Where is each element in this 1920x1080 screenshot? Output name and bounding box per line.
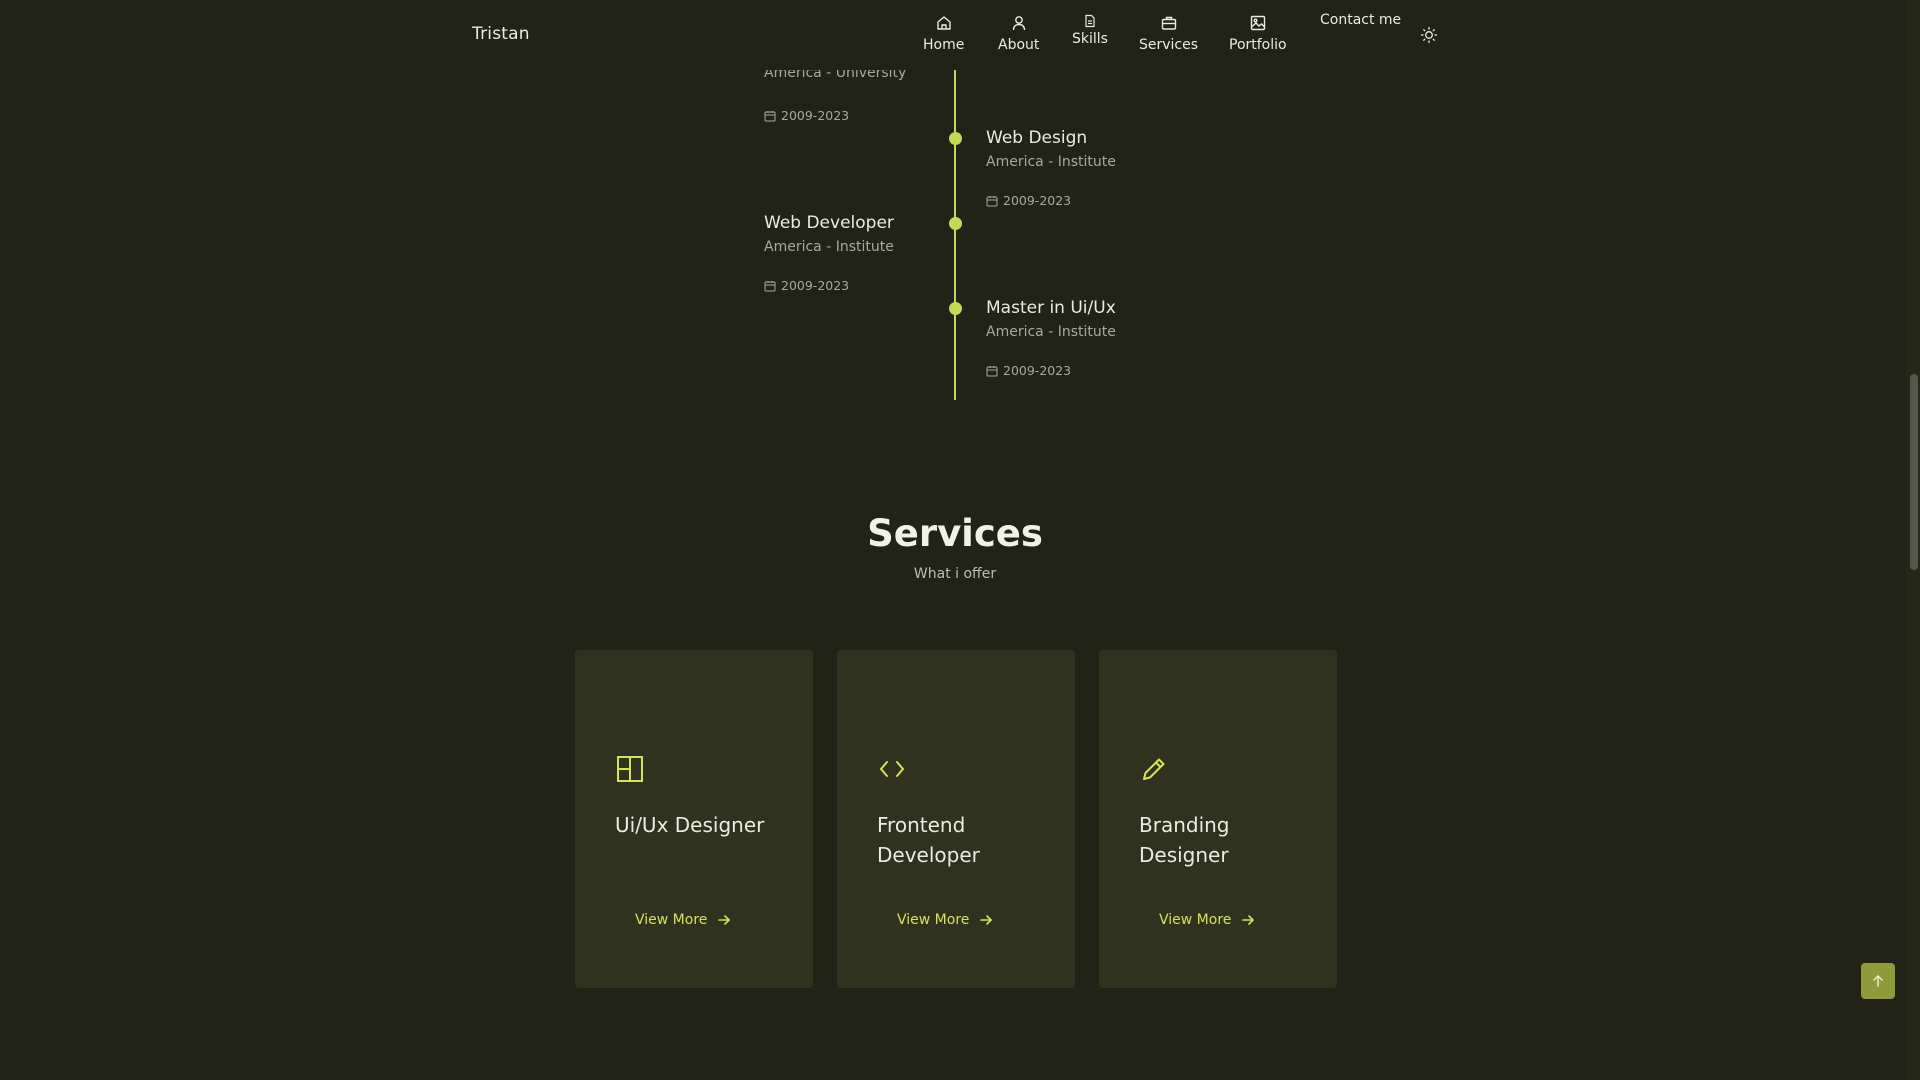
service-card: Branding Designer View More <box>1099 650 1337 988</box>
nav-item-home[interactable]: Home <box>923 14 964 53</box>
file-icon <box>1083 14 1097 28</box>
briefcase-icon <box>1160 14 1178 32</box>
timeline-entry-date: 2009-2023 <box>764 278 849 293</box>
calendar-icon <box>986 365 998 377</box>
service-card: Ui/Ux Designer View More <box>575 650 813 988</box>
timeline-entry: Master in Ui/Ux America - Institute <box>986 298 1116 340</box>
arrow-up-icon <box>1870 973 1886 989</box>
timeline-entry-date: 2009-2023 <box>986 363 1071 378</box>
timeline-dot <box>949 132 962 145</box>
nav-item-skills[interactable]: Skills <box>1072 14 1108 47</box>
timeline-entry-subtitle: America - Institute <box>986 324 1116 340</box>
scroll-to-top-button[interactable] <box>1861 963 1895 999</box>
nav-item-services[interactable]: Services <box>1139 14 1198 53</box>
timeline-entry-title: Web Developer <box>764 213 894 233</box>
logo[interactable]: Tristan <box>472 24 530 44</box>
pencil-icon <box>1139 754 1169 784</box>
view-more-label: View More <box>635 912 708 928</box>
timeline-entry-title: Master in Ui/Ux <box>986 298 1116 318</box>
view-more-label: View More <box>1159 912 1232 928</box>
service-card-title: Frontend Developer <box>877 813 980 867</box>
nav-label: Services <box>1139 37 1199 53</box>
nav-label: About <box>998 37 1040 53</box>
timeline-entry-date: 2009-2023 <box>986 193 1071 208</box>
service-card: Frontend Developer View More <box>837 650 1075 988</box>
timeline-date-text: 2009-2023 <box>781 108 850 123</box>
view-more-link[interactable]: View More <box>897 912 993 928</box>
nav-label: Skills <box>1072 31 1108 47</box>
timeline-entry: Web Developer America - Institute <box>764 213 894 255</box>
service-card-title: Ui/Ux Designer <box>615 813 765 837</box>
image-icon <box>1249 14 1267 32</box>
arrow-right-icon <box>1241 913 1255 927</box>
layout-icon <box>615 754 645 784</box>
theme-toggle-button[interactable] <box>1420 26 1438 44</box>
page: America - University 2009-2023 Web Desig… <box>0 0 1920 1080</box>
calendar-icon <box>986 195 998 207</box>
nav-label: Home <box>923 37 965 53</box>
timeline-entry-date: 2009-2023 <box>764 108 849 123</box>
timeline-date-text: 2009-2023 <box>1003 193 1072 208</box>
timeline-entry-subtitle: America - Institute <box>986 154 1116 170</box>
timeline-date-text: 2009-2023 <box>781 278 850 293</box>
timeline-dot <box>949 302 962 315</box>
timeline-entry-title: Web Design <box>986 128 1088 148</box>
timeline-line <box>954 70 956 400</box>
timeline-entry: Web Design America - Institute <box>986 128 1116 170</box>
home-icon <box>935 14 953 32</box>
nav-item-about[interactable]: About <box>998 14 1039 53</box>
service-card-title: Branding Designer <box>1139 813 1230 867</box>
calendar-icon <box>764 110 776 122</box>
nav-item-portfolio[interactable]: Portfolio <box>1229 14 1287 53</box>
timeline-date-text: 2009-2023 <box>1003 363 1072 378</box>
nav-label: Portfolio <box>1229 37 1287 53</box>
calendar-icon <box>764 280 776 292</box>
section-title: Services <box>867 512 1043 555</box>
view-more-label: View More <box>897 912 970 928</box>
site-header: Tristan Home About Skills Services Portf… <box>0 0 1906 70</box>
scrollbar-thumb[interactable] <box>1910 374 1918 570</box>
user-icon <box>1010 14 1028 32</box>
view-more-link[interactable]: View More <box>1159 912 1255 928</box>
arrow-right-icon <box>717 913 731 927</box>
code-icon <box>877 754 907 784</box>
timeline-entry-subtitle: America - Institute <box>764 239 894 255</box>
arrow-right-icon <box>979 913 993 927</box>
sun-icon <box>1420 26 1438 44</box>
view-more-link[interactable]: View More <box>635 912 731 928</box>
section-subtitle: What i offer <box>913 566 997 582</box>
contact-me-link[interactable]: Contact me <box>1320 12 1401 28</box>
timeline-dot <box>949 217 962 230</box>
